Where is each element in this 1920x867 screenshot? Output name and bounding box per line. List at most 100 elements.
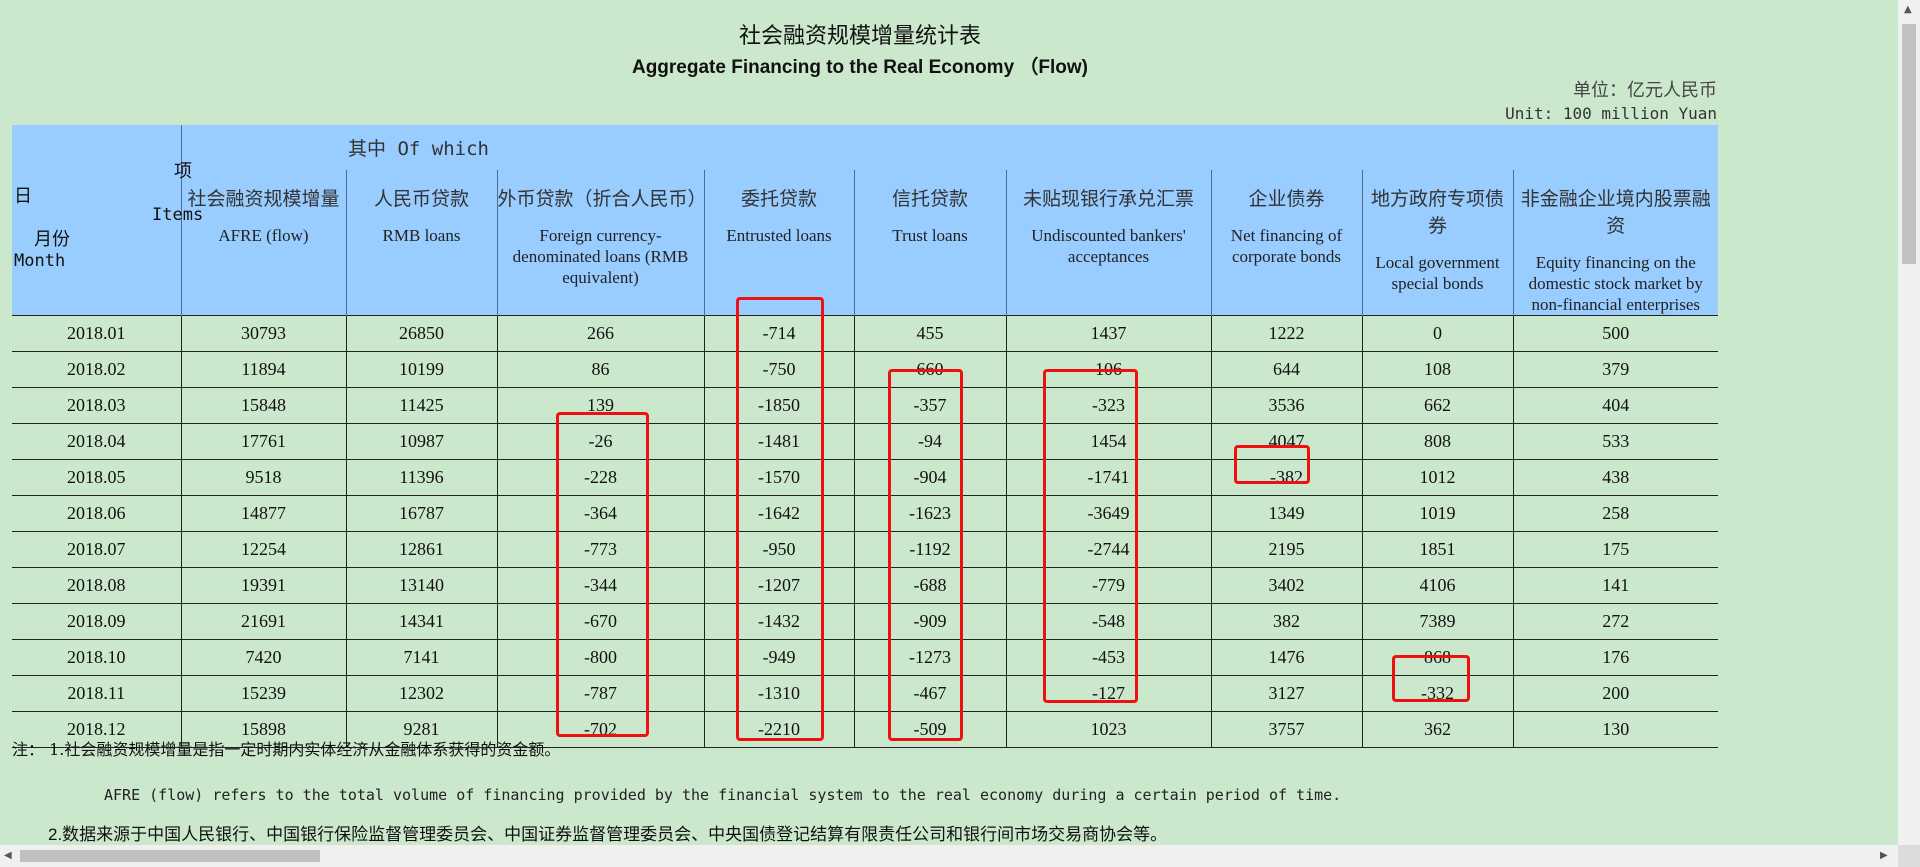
cell-month: 2018.04	[12, 423, 181, 460]
table-row: 2018.06 14877 16787 -364 -1642 -1623 -3649 1349…	[12, 495, 1718, 532]
cell-trust: -509	[853, 711, 1006, 748]
cell-fx: -787	[496, 675, 704, 712]
scroll-up-icon[interactable]: ▲	[1904, 4, 1912, 15]
header-col-corp-bonds-en: Net financing of corporate bonds	[1230, 226, 1343, 266]
cell-afre: 7420	[180, 639, 346, 676]
cell-trust: -1192	[853, 531, 1006, 568]
header-col-corp-bonds: 企业债券 Net financing of corporate bonds	[1210, 170, 1362, 316]
cell-month: 2018.09	[12, 603, 181, 640]
note-2-cn: 2.数据来源于中国人民银行、中国银行保险监督管理委员会、中国证券监督管理委员会、…	[48, 825, 1168, 844]
cell-rmb: 7141	[345, 639, 497, 676]
cell-undiscounted: 106	[1005, 351, 1211, 388]
cell-rmb: 10987	[345, 423, 497, 460]
header-item-en: Items	[152, 205, 204, 225]
vertical-scrollbar[interactable]: ▲	[1898, 0, 1920, 845]
header-col-trust-cn: 信托贷款	[891, 189, 968, 210]
cell-trust: -909	[853, 603, 1006, 640]
cell-trust: -688	[853, 567, 1006, 604]
header-of-which-row: 项 Items 日 月份 Month 其中 Of which	[12, 125, 1718, 271]
table-row: 2018.04 17761 10987 -26 -1481 -94 1454 4047 808 5…	[12, 423, 1718, 460]
cell-trust: -94	[853, 423, 1006, 460]
header-col-entrusted-en: Entrusted loans	[726, 226, 832, 245]
cell-equity: 175	[1512, 531, 1718, 568]
header-of-which: 其中 Of which	[348, 138, 489, 160]
cell-rmb: 16787	[345, 495, 497, 532]
vertical-scroll-thumb[interactable]	[1902, 24, 1916, 264]
cell-entrusted: -1207	[703, 567, 854, 604]
header-col-entrusted-cn: 委托贷款	[740, 189, 817, 210]
cell-undiscounted: -2744	[1005, 531, 1211, 568]
header-item-cn: 项	[174, 161, 192, 181]
cell-corp-bonds: 3402	[1210, 567, 1362, 604]
table-row: 2018.01 30793 26850 266 -714 455 1437 1222 0 500	[12, 315, 1718, 352]
cell-afre: 12254	[180, 531, 346, 568]
cell-fx: 266	[496, 315, 704, 352]
cell-local-gov: -332	[1361, 675, 1513, 712]
horizontal-scrollbar[interactable]: ◀ ▶	[0, 845, 1898, 867]
cell-local-gov: 0	[1361, 315, 1513, 352]
cell-corp-bonds: 3127	[1210, 675, 1362, 712]
cell-corp-bonds: -382	[1210, 459, 1362, 496]
cell-month: 2018.02	[12, 351, 181, 388]
table-row: 2018.05 9518 11396 -228 -1570 -904 -1741 -382 10…	[12, 459, 1718, 496]
cell-equity: 258	[1512, 495, 1718, 532]
cell-entrusted: -2210	[703, 711, 854, 748]
cell-corp-bonds: 644	[1210, 351, 1362, 388]
cell-local-gov: 108	[1361, 351, 1513, 388]
cell-fx: -228	[496, 459, 704, 496]
header-columns-row: 社会融资规模增量 AFRE (flow) 人民币贷款 RMB loans 外币贷…	[12, 170, 1718, 316]
cell-afre: 11894	[180, 351, 346, 388]
unit-label-en: Unit: 100 million Yuan	[1505, 104, 1717, 123]
header-col-trust: 信托贷款 Trust loans	[853, 170, 1006, 316]
cell-month: 2018.03	[12, 387, 181, 424]
cell-entrusted: -1642	[703, 495, 854, 532]
cell-rmb: 12861	[345, 531, 497, 568]
cell-undiscounted: -1741	[1005, 459, 1211, 496]
cell-month: 2018.10	[12, 639, 181, 676]
cell-afre: 19391	[180, 567, 346, 604]
header-col-rmb-en: RMB loans	[382, 226, 461, 245]
cell-equity: 272	[1512, 603, 1718, 640]
cell-month: 2018.06	[12, 495, 181, 532]
cell-local-gov: 1851	[1361, 531, 1513, 568]
cell-equity: 500	[1512, 315, 1718, 352]
horizontal-scroll-thumb[interactable]	[20, 850, 320, 862]
cell-undiscounted: -3649	[1005, 495, 1211, 532]
cell-rmb: 26850	[345, 315, 497, 352]
header-month-cn: 月份	[34, 229, 70, 249]
header-col-trust-en: Trust loans	[892, 226, 968, 245]
table-row: 2018.07 12254 12861 -773 -950 -1192 -2744 2195 1…	[12, 531, 1718, 568]
header-col-afre-en: AFRE (flow)	[218, 226, 309, 245]
header-col-equity-en: Equity financing on the domestic stock m…	[1528, 253, 1703, 314]
cell-entrusted: -949	[703, 639, 854, 676]
cell-month: 2018.05	[12, 459, 181, 496]
cell-undiscounted: 1437	[1005, 315, 1211, 352]
header-col-fx-cn: 外币贷款（折合人民币）	[497, 189, 707, 210]
cell-equity: 176	[1512, 639, 1718, 676]
cell-rmb: 11396	[345, 459, 497, 496]
page-title-en: Aggregate Financing to the Real Economy …	[631, 57, 1089, 78]
cell-month: 2018.11	[12, 675, 181, 712]
cell-corp-bonds: 1349	[1210, 495, 1362, 532]
cell-corp-bonds: 3536	[1210, 387, 1362, 424]
header-col-rmb-cn: 人民币贷款	[373, 189, 469, 210]
cell-undiscounted: 1454	[1005, 423, 1211, 460]
header-col-fx-en: Foreign currency-denominated loans (RMB …	[512, 226, 689, 287]
scroll-left-icon[interactable]: ◀	[4, 850, 12, 861]
unit-label-cn: 单位：亿元人民币	[1573, 80, 1717, 101]
cell-corp-bonds: 2195	[1210, 531, 1362, 568]
cell-corp-bonds: 3757	[1210, 711, 1362, 748]
cell-rmb: 12302	[345, 675, 497, 712]
cell-undiscounted: -323	[1005, 387, 1211, 424]
scrollbar-corner	[1898, 845, 1920, 867]
cell-afre: 21691	[180, 603, 346, 640]
cell-rmb: 13140	[345, 567, 497, 604]
cell-equity: 200	[1512, 675, 1718, 712]
header-col-local-gov-en: Local government special bonds	[1375, 253, 1500, 293]
cell-corp-bonds: 382	[1210, 603, 1362, 640]
header-col-fx: 外币贷款（折合人民币） Foreign currency-denominated…	[496, 170, 707, 316]
scroll-right-icon[interactable]: ▶	[1880, 850, 1888, 861]
cell-trust: 455	[853, 315, 1006, 352]
cell-rmb: 14341	[345, 603, 497, 640]
header-col-local-gov: 地方政府专项债券 Local government special bonds	[1361, 170, 1513, 316]
